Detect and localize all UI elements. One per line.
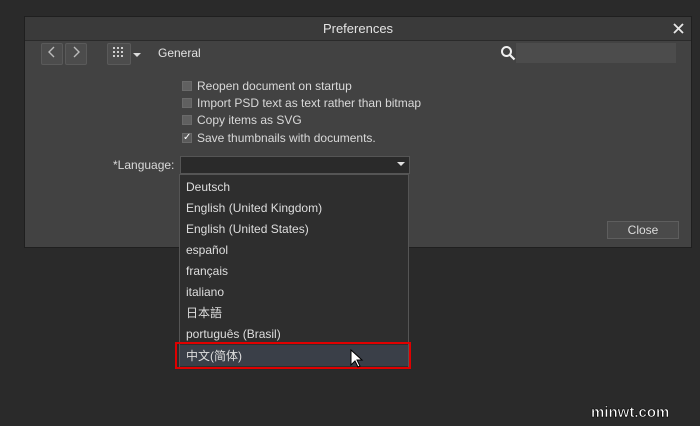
chevron-left-icon bbox=[47, 45, 57, 64]
grid-view-button[interactable] bbox=[107, 43, 131, 65]
search-icon[interactable] bbox=[499, 43, 517, 63]
option-label: Import PSD text as text rather than bitm… bbox=[197, 96, 422, 110]
language-label: *Language: bbox=[113, 158, 175, 172]
option-label: Copy items as SVG bbox=[197, 113, 302, 127]
checkmark-icon: ✓ bbox=[183, 132, 192, 143]
grid-menu-dropdown[interactable] bbox=[131, 43, 143, 65]
mouse-pointer-icon bbox=[350, 348, 364, 369]
option-save-thumbnails[interactable]: ✓ Save thumbnails with documents. bbox=[182, 130, 376, 146]
language-option-francais[interactable]: français bbox=[180, 260, 408, 281]
svg-text:minwt.com: minwt.com bbox=[591, 404, 669, 421]
option-reopen-document[interactable]: Reopen document on startup bbox=[182, 78, 352, 94]
language-option-japanese[interactable]: 日本語 bbox=[180, 302, 408, 323]
language-option-english-us[interactable]: English (United States) bbox=[180, 218, 408, 239]
close-icon[interactable] bbox=[670, 19, 686, 37]
language-option-deutsch[interactable]: Deutsch bbox=[180, 176, 408, 197]
dialog-title: Preferences bbox=[322, 21, 394, 36]
search-input[interactable] bbox=[516, 43, 676, 63]
language-dropdown-list: Deutsch English (United Kingdom) English… bbox=[179, 174, 409, 368]
grid-icon bbox=[112, 45, 126, 63]
option-label: Save thumbnails with documents. bbox=[197, 131, 376, 145]
save-thumbnails-checkbox[interactable]: ✓ bbox=[182, 132, 192, 143]
toolbar: General bbox=[25, 41, 691, 71]
option-import-psd-text[interactable]: Import PSD text as text rather than bitm… bbox=[182, 95, 421, 111]
language-option-italiano[interactable]: italiano bbox=[180, 281, 408, 302]
option-label: Reopen document on startup bbox=[197, 79, 352, 93]
option-copy-svg[interactable]: Copy items as SVG bbox=[182, 112, 302, 128]
section-title: General bbox=[158, 46, 201, 60]
watermark-logo: minwt.com bbox=[589, 403, 694, 422]
language-option-chinese-simplified[interactable]: 中文(简体) bbox=[180, 345, 408, 366]
caret-down-icon bbox=[133, 45, 141, 63]
import-psd-checkbox[interactable] bbox=[182, 98, 192, 108]
dropdown-caret-icon bbox=[397, 160, 405, 169]
back-button[interactable] bbox=[41, 43, 63, 65]
close-button[interactable]: Close bbox=[607, 221, 679, 239]
language-option-portugues-brasil[interactable]: português (Brasil) bbox=[180, 323, 408, 344]
forward-button[interactable] bbox=[65, 43, 87, 65]
language-option-english-uk[interactable]: English (United Kingdom) bbox=[180, 197, 408, 218]
title-bar: Preferences bbox=[25, 17, 691, 41]
chevron-right-icon bbox=[71, 45, 81, 64]
copy-svg-checkbox[interactable] bbox=[182, 115, 192, 125]
reopen-checkbox[interactable] bbox=[182, 81, 192, 91]
language-option-espanol[interactable]: español bbox=[180, 239, 408, 260]
language-select[interactable] bbox=[180, 156, 410, 174]
